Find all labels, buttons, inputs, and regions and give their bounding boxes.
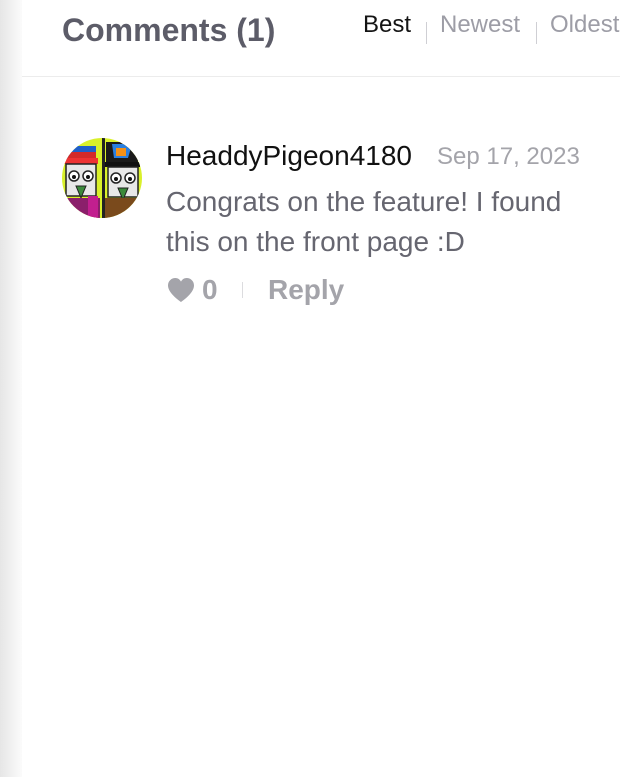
comment-actions: 0 Reply [166,270,466,310]
comments-header: Comments (1) Best Newest Oldest [22,0,620,77]
comment-text: Congrats on the feature! I found this on… [166,186,562,257]
like-count: 0 [202,274,218,305]
heart-icon[interactable] [166,276,196,304]
sort-tab-best[interactable]: Best [363,8,411,42]
pigeon-avatar[interactable] [62,138,142,218]
action-divider [242,282,243,298]
sort-divider [426,22,427,44]
left-shadow [0,0,22,777]
sort-tab-oldest[interactable]: Oldest [550,8,619,42]
comments-title: Comments (1) [62,12,276,48]
comment-author[interactable]: HeaddyPigeon4180 [166,138,412,174]
comments-panel: Comments (1) Best Newest Oldest HeaddyPi… [22,0,620,777]
comment-date: Sep 17, 2023 [437,143,580,170]
sort-tab-newest[interactable]: Newest [440,8,520,42]
reply-button[interactable]: Reply [268,270,344,310]
sort-divider [536,22,537,44]
